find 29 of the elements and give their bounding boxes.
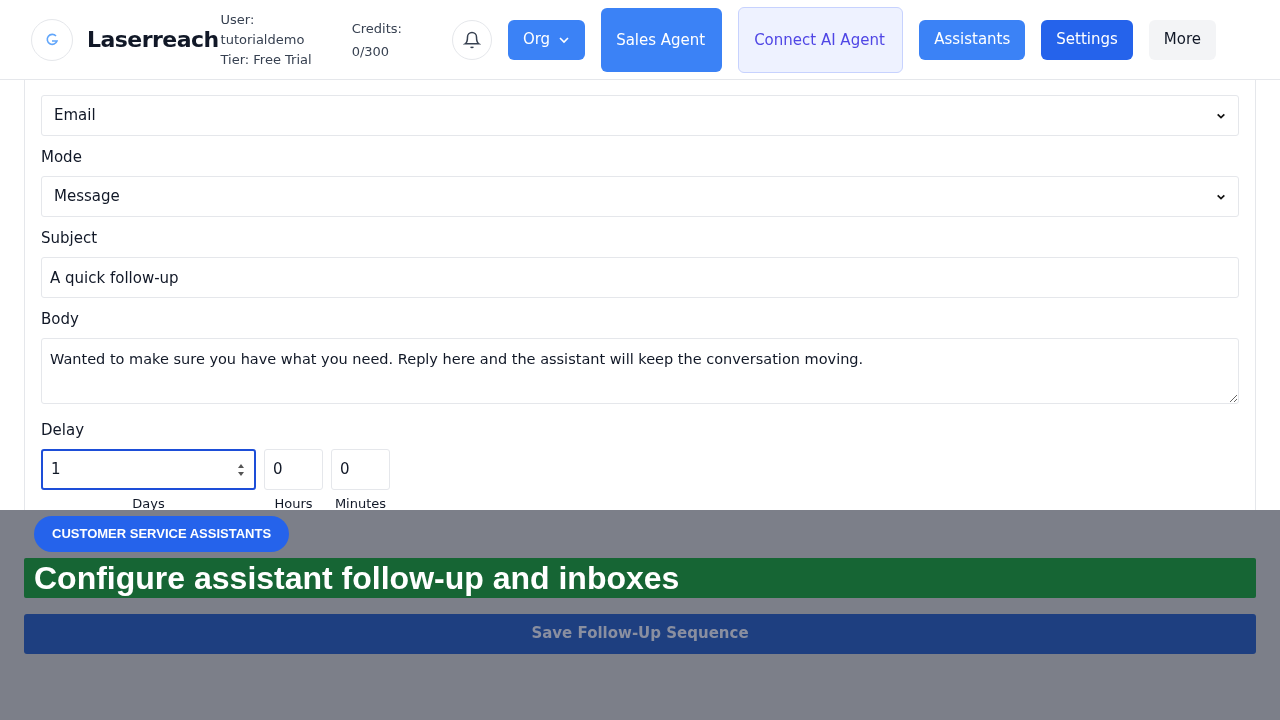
delay-field[interactable]: 1 [41, 449, 256, 490]
brand-name: Laserreach [87, 26, 219, 54]
nav-button[interactable]: Org [507, 19, 586, 60]
field-label: Mode [41, 147, 83, 168]
channel-select[interactable]: Email [41, 95, 1239, 136]
mode-select[interactable]: Message [41, 176, 1239, 217]
subject-field[interactable]: A quick follow-up [41, 257, 1239, 298]
delay-field[interactable]: 0 [264, 449, 323, 490]
user-info-text: tutorialdemo [220, 30, 306, 49]
delay-unit-label: Minutes [334, 496, 387, 512]
nav-button[interactable]: Connect AI Agent [738, 6, 904, 73]
nav-button[interactable]: More [1148, 19, 1216, 60]
delay-unit-label: Days [132, 496, 165, 512]
delay-unit-label: Hours [274, 496, 313, 512]
body-field[interactable]: Wanted to make sure you have what you need. Reply here and the assistant will keep the conversation moving. [41, 338, 1239, 404]
field-label: Subject [41, 228, 99, 249]
delay-field[interactable]: 0 [331, 449, 390, 490]
nav-button[interactable]: Sales Agent [601, 7, 723, 72]
credits-text: 0/300 [351, 42, 391, 61]
user-info-text: User: [220, 10, 256, 29]
nav-button[interactable]: Assistants [919, 19, 1026, 60]
tutorial-caption: Configure assistant follow-up and inboxes [24, 557, 1256, 598]
nav-button[interactable]: Settings [1041, 19, 1133, 60]
field-label: Delay [41, 420, 85, 441]
tutorial-badge: CUSTOMER SERVICE ASSISTANTS [34, 516, 290, 552]
user-info-text: Tier: Free Trial [220, 50, 312, 69]
bell-icon [462, 30, 481, 49]
field-label: Body [41, 309, 80, 330]
credits-text: Credits: [351, 19, 402, 38]
